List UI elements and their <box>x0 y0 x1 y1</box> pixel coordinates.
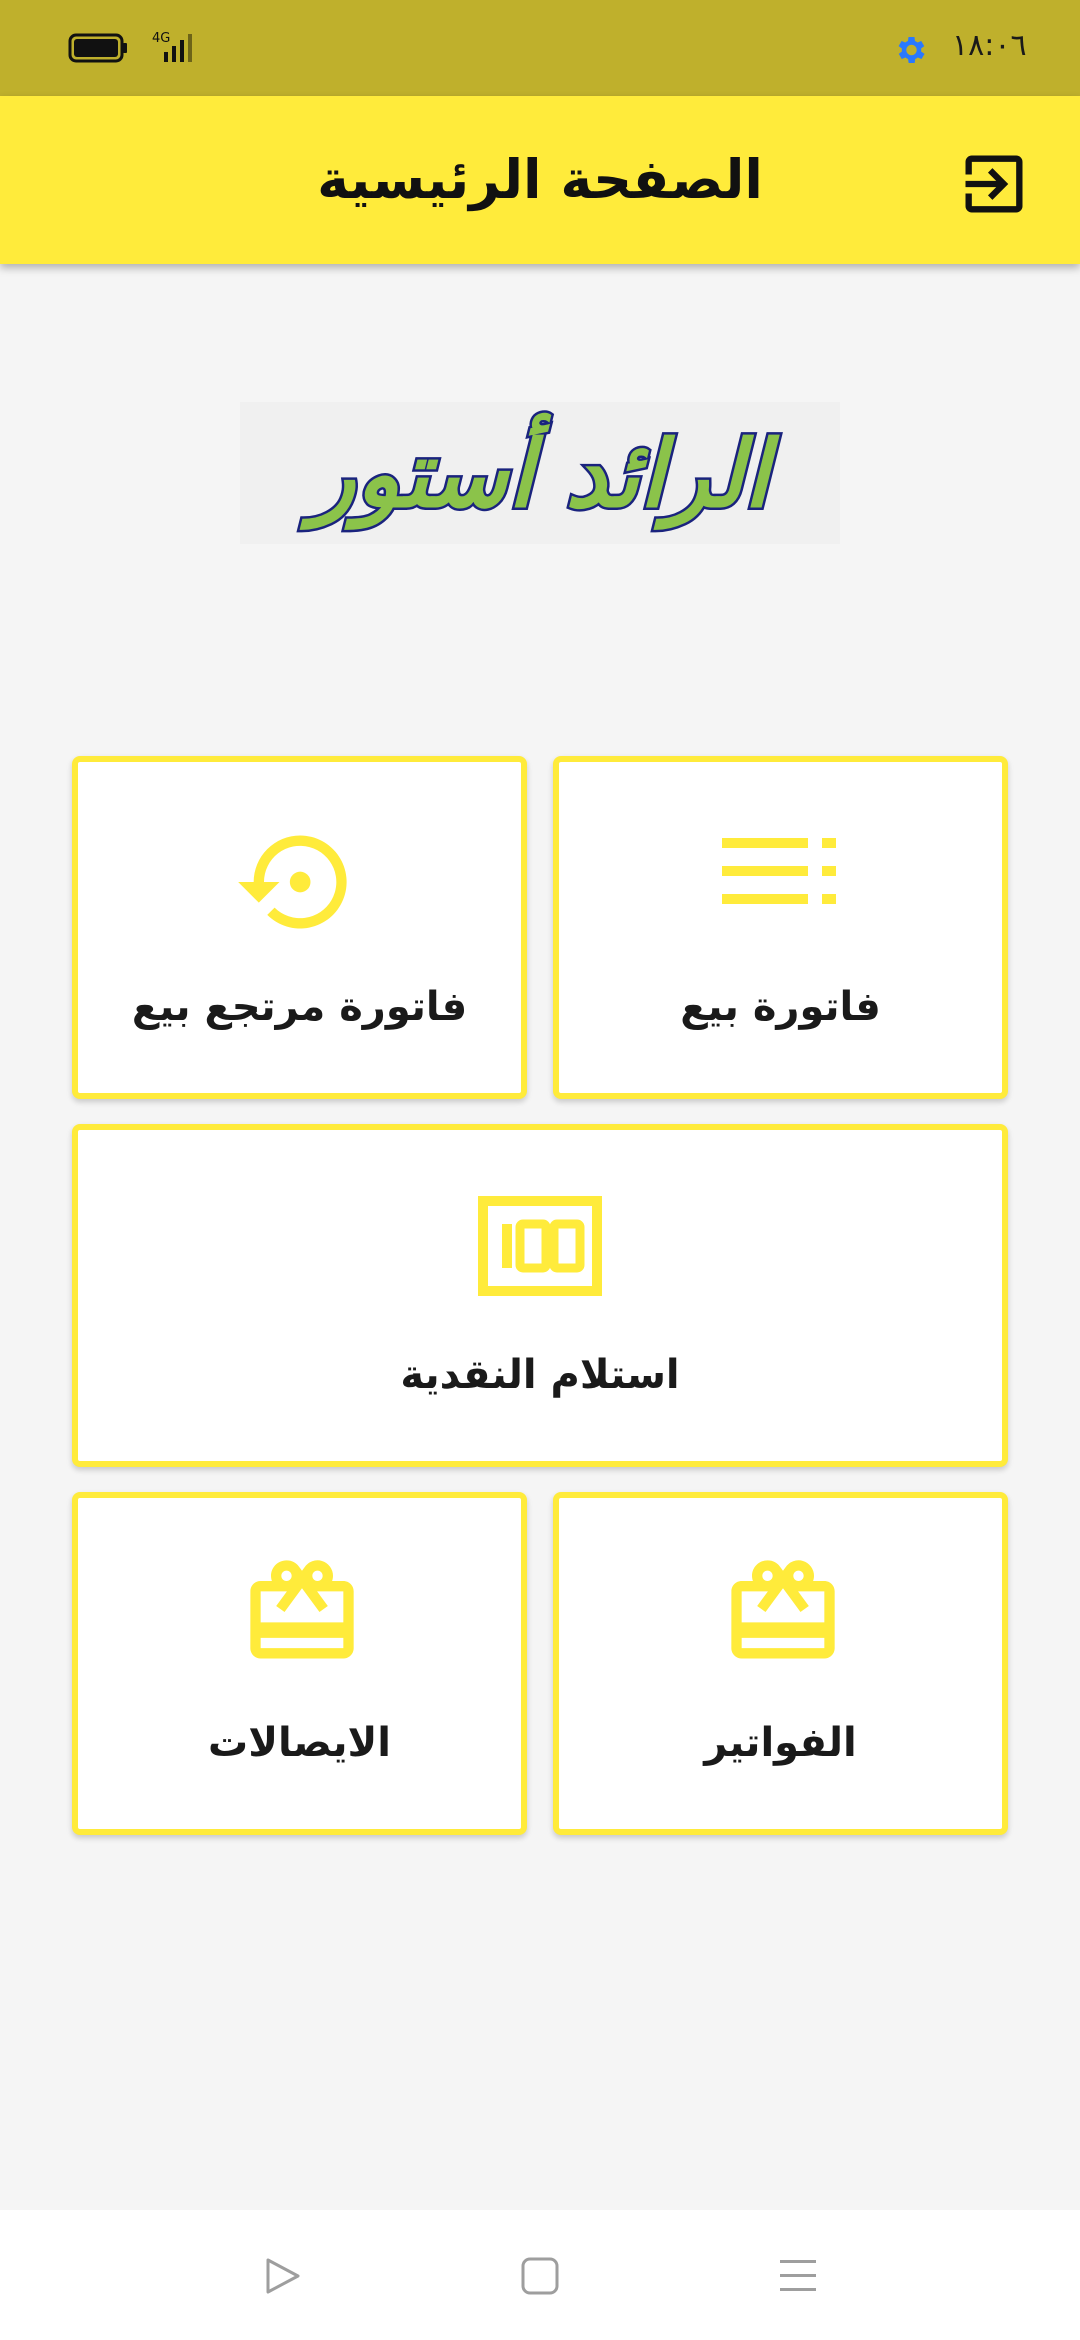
invoices-card[interactable]: الفواتير <box>553 1492 1008 1835</box>
gift-card-icon <box>250 1560 354 1659</box>
menu-lines-icon[interactable] <box>776 2254 820 2298</box>
page-title: الصفحة الرئيسية <box>317 148 763 211</box>
signal-4g-icon: 4G <box>152 31 192 62</box>
receipts-label: الايصالات <box>208 1720 391 1766</box>
cash-100-icon <box>478 1196 602 1296</box>
status-bar: 4G ١٨:٠٦ <box>0 0 1080 96</box>
invoices-label: الفواتير <box>704 1720 857 1766</box>
gift-card-icon <box>731 1560 835 1659</box>
back-triangle-icon[interactable] <box>260 2254 304 2298</box>
system-nav-bar <box>0 2210 1080 2340</box>
svg-text:4G: 4G <box>152 31 170 46</box>
settings-gear-icon <box>898 36 925 64</box>
cash-receipt-label: استلام النقدية <box>400 1352 680 1398</box>
home-square-icon[interactable] <box>518 2254 562 2298</box>
exit-to-app-icon[interactable] <box>956 146 1032 222</box>
store-logo: الرائد أستور <box>240 402 840 544</box>
sales-invoice-label: فاتورة بيع <box>680 984 881 1030</box>
logo-text: الرائد أستور <box>299 412 781 530</box>
sales-return-invoice-label: فاتورة مرتجع بيع <box>131 984 468 1030</box>
restore-icon <box>238 835 347 929</box>
sales-return-invoice-card[interactable]: فاتورة مرتجع بيع <box>72 756 527 1099</box>
app-bar: الصفحة الرئيسية <box>0 96 1080 264</box>
sales-invoice-card[interactable]: فاتورة بيع <box>553 756 1008 1099</box>
status-time: ١٨:٠٦ <box>952 28 1027 63</box>
list-icon <box>722 838 836 904</box>
cash-receipt-card[interactable]: استلام النقدية <box>72 1124 1008 1467</box>
receipts-card[interactable]: الايصالات <box>72 1492 527 1835</box>
battery-icon <box>68 33 127 63</box>
